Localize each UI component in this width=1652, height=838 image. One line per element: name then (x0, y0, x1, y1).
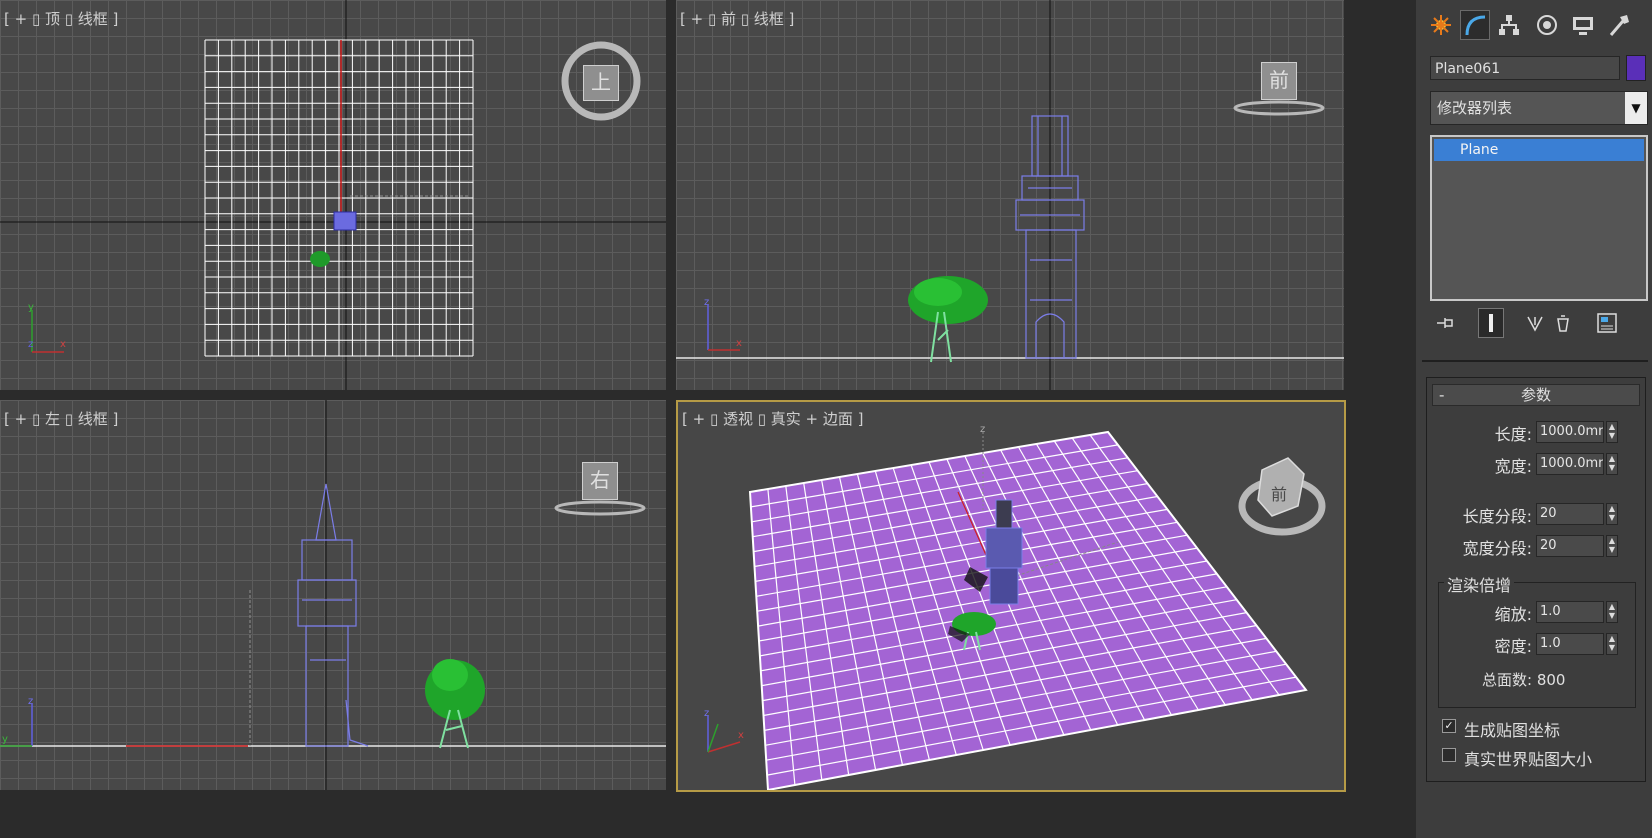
tab-modify[interactable] (1460, 10, 1490, 40)
real-world-label: 真实世界贴图大小 (1464, 750, 1593, 769)
scale-spinner[interactable]: ▲ ▼ (1606, 601, 1618, 623)
object-name-field[interactable]: Plane061 (1430, 56, 1620, 80)
create-icon (1431, 15, 1451, 35)
width-segs-spinner[interactable]: ▲ ▼ (1606, 535, 1618, 557)
modify-icon (1465, 15, 1486, 36)
show-end-result-button[interactable] (1478, 308, 1504, 338)
hierarchy-icon (1499, 15, 1519, 35)
length-segs-input[interactable]: 20 (1536, 503, 1604, 525)
object-color-swatch[interactable] (1626, 55, 1646, 81)
viewcube-left[interactable]: 右 (552, 458, 648, 518)
viewport-top-label[interactable]: [ + ▯ 顶 ▯ 线框 ] (4, 8, 118, 29)
density-spinner[interactable]: ▲ ▼ (1606, 633, 1618, 655)
length-input[interactable]: 1000.0mm (1536, 421, 1604, 443)
viewport-perspective-label[interactable]: [ + ▯ 透视 ▯ 真实 + 边面 ] (682, 408, 864, 429)
viewcube-face[interactable]: 前 (1264, 482, 1294, 508)
length-spinner[interactable]: ▲ ▼ (1606, 421, 1618, 443)
rollout-title: 参数 (1520, 386, 1551, 404)
configure-icon (1597, 313, 1617, 333)
tab-utilities[interactable] (1604, 10, 1634, 40)
svg-text:z: z (980, 424, 985, 435)
density-input[interactable]: 1.0 (1536, 633, 1604, 655)
viewport-left-label[interactable]: [ + ▯ 左 ▯ 线框 ] (4, 408, 118, 429)
viewport-perspective[interactable]: [ + ▯ 透视 ▯ 真实 + 边面 ] z z x 前 (676, 400, 1346, 792)
viewport-left[interactable]: [ + ▯ 左 ▯ 线框 ] z y 右 (0, 400, 666, 790)
length-segs-spinner[interactable]: ▲ ▼ (1606, 503, 1618, 525)
length-segs-label: 长度分段: (1462, 507, 1532, 526)
make-unique-button[interactable] (1522, 308, 1548, 338)
viewcube-front[interactable]: 前 (1231, 58, 1327, 118)
modifier-stack[interactable]: Plane (1430, 135, 1648, 301)
show-end-result-icon (1489, 314, 1493, 332)
viewcube-face[interactable]: 右 (582, 462, 618, 500)
panel-divider (1422, 360, 1648, 362)
width-spinner[interactable]: ▲ ▼ (1606, 453, 1618, 475)
gen-mapping-label: 生成贴图坐标 (1464, 721, 1561, 740)
density-label: 密度: (1494, 637, 1532, 656)
stack-item-plane[interactable]: Plane (1434, 139, 1644, 161)
parameters-rollout-header[interactable]: - 参数 (1432, 384, 1640, 406)
svg-text:z: z (28, 339, 33, 350)
width-segs-label: 宽度分段: (1462, 539, 1532, 558)
make-unique-icon (1527, 316, 1543, 332)
motion-icon (1537, 15, 1557, 35)
real-world-checkbox[interactable] (1442, 748, 1456, 762)
width-label: 宽度: (1494, 457, 1532, 476)
svg-text:y: y (28, 302, 34, 313)
trash-icon (1557, 315, 1569, 332)
command-panel-tabs (1422, 6, 1648, 46)
viewcube-top[interactable]: 上 (558, 38, 644, 124)
gen-mapping-checkbox[interactable]: ✓ (1442, 719, 1456, 733)
width-segs-input[interactable]: 20 (1536, 535, 1604, 557)
width-input[interactable]: 1000.0mm (1536, 453, 1604, 475)
svg-text:z: z (28, 696, 33, 707)
tree-left[interactable] (425, 659, 485, 749)
viewport-top[interactable]: [ + ▯ 顶 ▯ 线框 ] y x z 上 (0, 0, 666, 390)
render-multipliers-title: 渲染倍增 (1444, 572, 1515, 596)
total-faces-readout: 总面数: 800 (1482, 671, 1566, 689)
length-label: 长度: (1494, 425, 1532, 444)
svg-text:x: x (60, 339, 66, 350)
pin-stack-button[interactable] (1432, 308, 1458, 338)
tab-create[interactable] (1426, 10, 1456, 40)
svg-text:z: z (704, 708, 709, 719)
svg-text:x: x (738, 730, 744, 741)
plane-wireframe-top[interactable] (204, 39, 474, 357)
remove-modifier-button[interactable] (1550, 308, 1576, 338)
viewcube-face[interactable]: 前 (1261, 62, 1297, 100)
viewport-front-label[interactable]: [ + ▯ 前 ▯ 线框 ] (680, 8, 794, 29)
svg-text:y: y (2, 734, 8, 745)
scale-input[interactable]: 1.0 (1536, 601, 1604, 623)
tab-motion[interactable] (1532, 10, 1562, 40)
tab-display[interactable] (1568, 10, 1598, 40)
tab-hierarchy[interactable] (1494, 10, 1524, 40)
tree-front[interactable] (908, 276, 988, 363)
viewport-front[interactable]: [ + ▯ 前 ▯ 线框 ] z x 前 (676, 0, 1344, 390)
rollout-collapse-toggle[interactable]: - (1439, 385, 1444, 405)
svg-text:z: z (704, 297, 709, 308)
display-icon (1573, 17, 1593, 35)
modifier-list-dropdown[interactable]: 修改器列表 ▼ (1430, 91, 1648, 125)
svg-text:x: x (736, 338, 742, 349)
viewcube-face[interactable]: 上 (583, 65, 619, 101)
tower-wireframe-left[interactable] (297, 483, 369, 747)
viewcube-perspective[interactable]: 前 (1234, 450, 1330, 546)
modifier-stack-toolbar (1430, 308, 1648, 338)
command-panel: Plane061 修改器列表 ▼ Plane - 参数 长度: 1000.0mm… (1416, 0, 1652, 838)
modifier-list-label: 修改器列表 (1437, 99, 1513, 117)
pin-icon (1437, 318, 1453, 328)
scale-label: 缩放: (1494, 605, 1532, 624)
utilities-icon (1609, 15, 1629, 36)
configure-sets-button[interactable] (1594, 308, 1620, 338)
chevron-down-icon[interactable]: ▼ (1625, 92, 1647, 124)
